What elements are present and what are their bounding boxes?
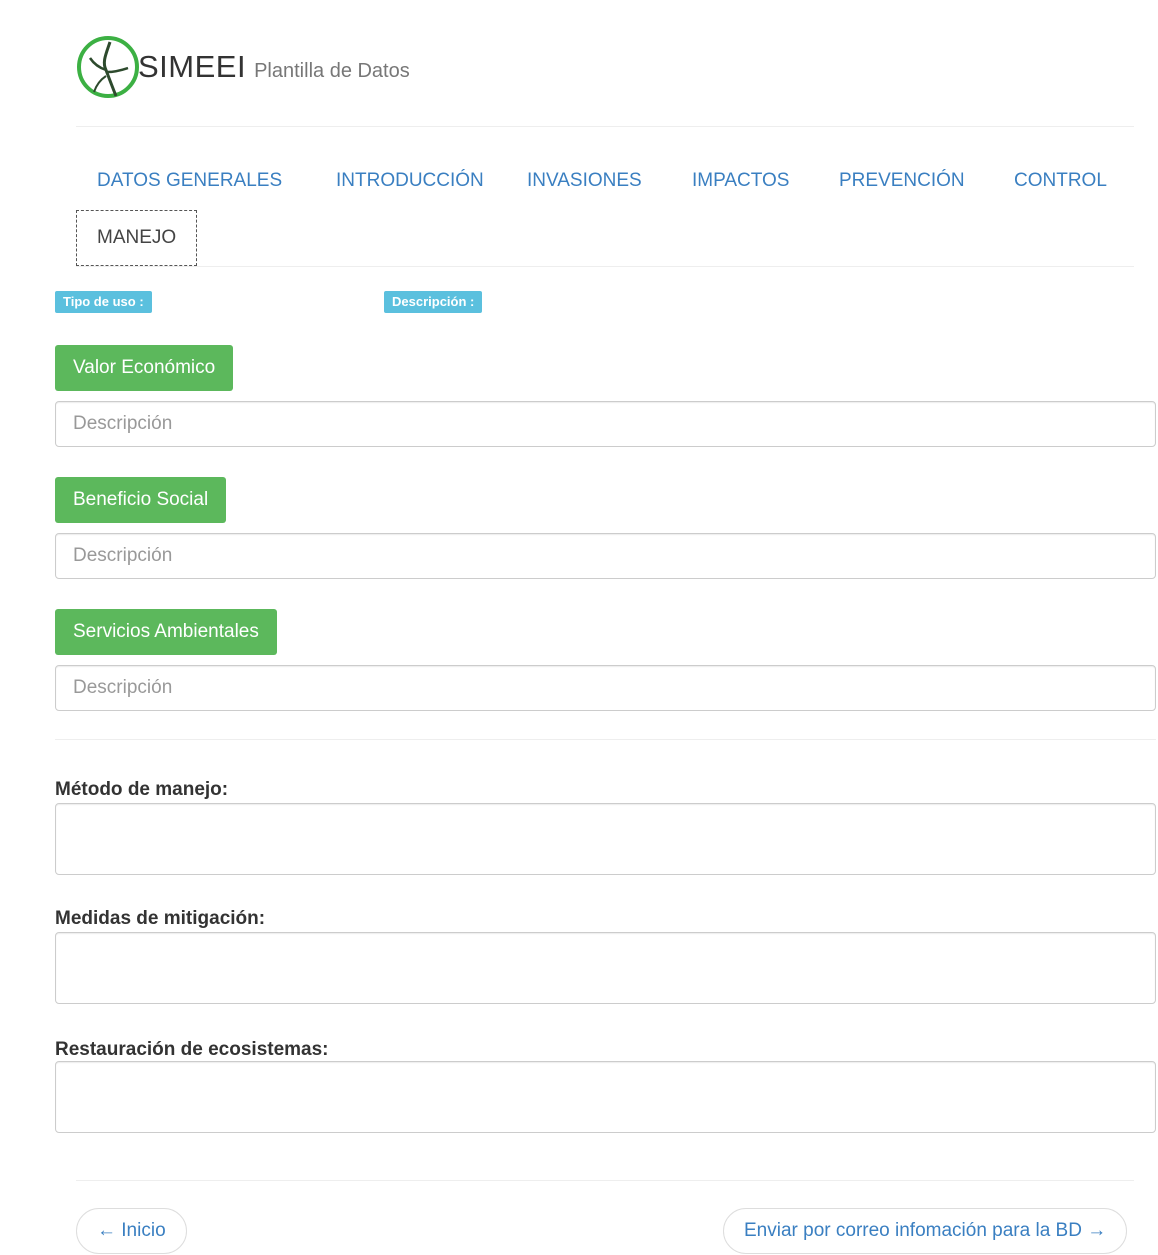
- valor-economico-button[interactable]: Valor Económico: [55, 345, 234, 391]
- tab-introduccion[interactable]: INTRODUCCIÓN: [336, 170, 484, 192]
- restauracion-ecosistemas-label: Restauración de ecosistemas:: [55, 1039, 329, 1060]
- footer-divider: [76, 1180, 1134, 1181]
- medidas-mitigacion-textarea[interactable]: [55, 932, 1156, 1004]
- send-email-button[interactable]: Enviar por correo infomación para la BD …: [723, 1208, 1128, 1254]
- uses-divider: [55, 739, 1156, 740]
- servicios-ambientales-button[interactable]: Servicios Ambientales: [55, 609, 277, 655]
- metodo-manejo-textarea[interactable]: [55, 803, 1156, 875]
- tab-invasiones[interactable]: INVASIONES: [527, 170, 642, 192]
- tabs-divider: [76, 266, 1134, 267]
- tab-prevencion[interactable]: PREVENCIÓN: [839, 170, 965, 192]
- inicio-button[interactable]: ← Inicio: [76, 1208, 187, 1254]
- app-header: SIMEEI Plantilla de Datos: [76, 34, 410, 100]
- valor-economico-description-input[interactable]: [55, 401, 1156, 447]
- medidas-mitigacion-label: Medidas de mitigación:: [55, 908, 266, 929]
- header-divider: [76, 126, 1134, 127]
- tab-impactos[interactable]: IMPACTOS: [692, 170, 789, 192]
- simeei-logo-icon: [77, 36, 139, 98]
- restauracion-ecosistemas-textarea[interactable]: [55, 1061, 1156, 1133]
- servicios-ambientales-description-input[interactable]: [55, 665, 1156, 711]
- metodo-manejo-label: Método de manejo:: [55, 779, 229, 800]
- beneficio-social-description-input[interactable]: [55, 533, 1156, 579]
- tipo-uso-label: Tipo de uso :: [55, 291, 152, 313]
- tab-control[interactable]: CONTROL: [1014, 170, 1107, 192]
- brand-subtitle: Plantilla de Datos: [254, 59, 410, 82]
- brand-name: SIMEEI: [138, 49, 247, 84]
- tab-datos-generales[interactable]: DATOS GENERALES: [97, 170, 282, 192]
- beneficio-social-button[interactable]: Beneficio Social: [55, 477, 227, 523]
- tab-manejo[interactable]: MANEJO: [76, 210, 198, 266]
- descripcion-label: Descripción :: [384, 291, 483, 313]
